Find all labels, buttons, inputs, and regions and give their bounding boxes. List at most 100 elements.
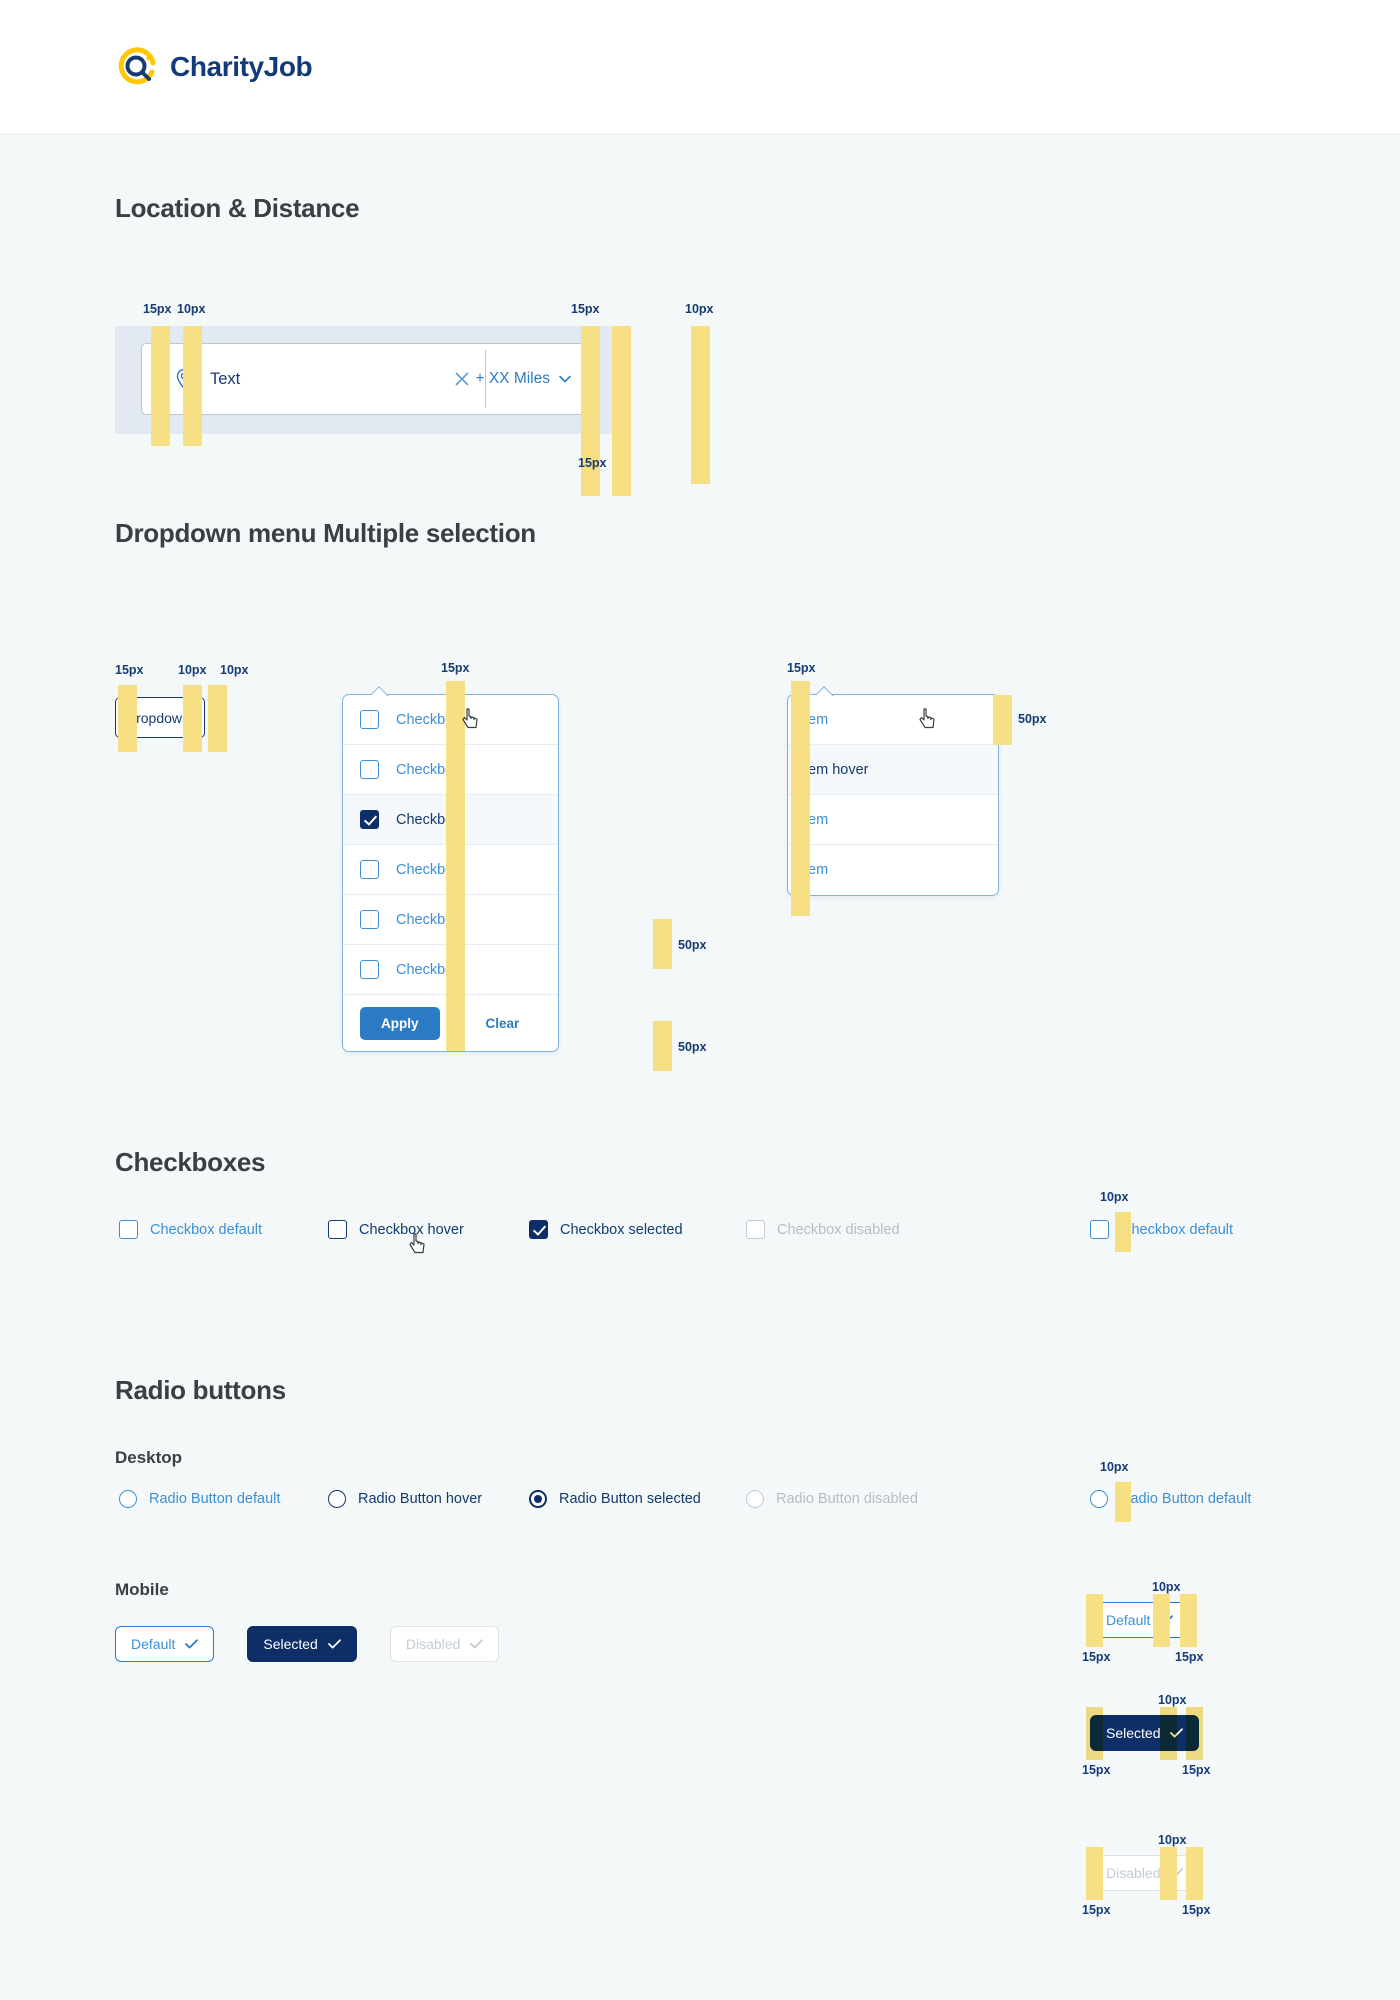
- checkbox-disabled-icon: [746, 1220, 765, 1239]
- pill-disabled: Disabled: [1090, 1855, 1200, 1891]
- radio-disabled-icon: [746, 1490, 764, 1508]
- checkbox-checked-icon[interactable]: [360, 810, 379, 829]
- brand-name: CharityJob: [170, 51, 313, 82]
- dropdown-item[interactable]: Item: [788, 795, 998, 845]
- checkbox-icon[interactable]: [360, 760, 379, 779]
- checkbox-icon[interactable]: [360, 960, 379, 979]
- check-icon: [327, 1639, 341, 1649]
- dropdown-item[interactable]: Item: [788, 845, 998, 895]
- panel-caret: [371, 686, 389, 696]
- checkbox-state-selected[interactable]: Checkbox selected: [529, 1220, 683, 1239]
- page-title-dropdown: Dropdown menu Multiple selection: [115, 518, 536, 548]
- annotation-loc-left-10: 10px: [177, 302, 206, 316]
- cursor-pointer-icon: [408, 1232, 428, 1261]
- page-title-location: Location & Distance: [115, 193, 360, 223]
- check-icon: [470, 1639, 484, 1649]
- annotation-pill-left-15: 15px: [1082, 1763, 1111, 1777]
- radio-label: Radio Button disabled: [776, 1491, 918, 1507]
- annotation-dd-15: 15px: [115, 663, 144, 677]
- checkbox-icon[interactable]: [360, 860, 379, 879]
- radio-selected-icon[interactable]: [529, 1490, 547, 1508]
- radio-state-hover[interactable]: Radio Button hover: [328, 1490, 482, 1508]
- radio-state-selected[interactable]: Radio Button selected: [529, 1490, 701, 1508]
- annotation-pill-gap-10: 10px: [1158, 1833, 1187, 1847]
- checkbox-icon[interactable]: [119, 1220, 138, 1239]
- section-location: Location & Distance Text + XX Miles 15px…: [115, 135, 1285, 496]
- spacer-dd-15: [118, 685, 137, 752]
- spacer-itempanel-left-15: [791, 681, 810, 916]
- checkbox-label: Checkbox default: [1121, 1221, 1234, 1238]
- spacer-pill-left-15: [1086, 1707, 1103, 1760]
- radio-states-row: Radio Button default Radio Button hover …: [115, 1460, 1285, 1530]
- radio-icon[interactable]: [119, 1490, 137, 1508]
- checkbox-state-default[interactable]: Checkbox default: [119, 1220, 262, 1239]
- spacer-pill-gap-10: [1160, 1707, 1177, 1760]
- main-content: Location & Distance Text + XX Miles 15px…: [0, 135, 1400, 1662]
- spacer-dd-10a: [183, 685, 202, 752]
- annotation-itempanel-50: 50px: [1018, 712, 1047, 726]
- cursor-pointer-icon: [461, 707, 481, 736]
- apply-button[interactable]: Apply: [360, 1006, 440, 1040]
- page-title-checkboxes: Checkboxes: [115, 1147, 266, 1177]
- spacer-pill-right-15: [1186, 1707, 1203, 1760]
- checkbox-label: Checkbox selected: [560, 1221, 683, 1238]
- pill-label: Default: [1106, 1612, 1151, 1628]
- checkbox-checked-icon[interactable]: [529, 1220, 548, 1239]
- radio-icon[interactable]: [1090, 1490, 1108, 1508]
- section-checkboxes: Checkboxes Checkbox default Checkbox hov…: [115, 1075, 1285, 1260]
- radio-label: Radio Button default: [149, 1491, 281, 1507]
- annotation-cbpanel-50a: 50px: [678, 938, 707, 952]
- spacer-dd-10b: [208, 685, 227, 752]
- item-dropdown-panel: Item Item hover Item Item: [787, 694, 999, 896]
- spacer-loc-right-15: [581, 326, 600, 496]
- pill-selected[interactable]: Selected: [1090, 1715, 1200, 1751]
- dropdown-item[interactable]: Item: [788, 695, 998, 745]
- checkbox-state-disabled: Checkbox disabled: [746, 1220, 900, 1239]
- radio-state-default[interactable]: Radio Button default: [119, 1490, 280, 1508]
- spacer-pill-left-15: [1086, 1594, 1103, 1647]
- checkbox-icon[interactable]: [328, 1220, 347, 1239]
- annotation-itempanel-15: 15px: [787, 661, 816, 675]
- annotation-radio-10: 10px: [1100, 1460, 1129, 1474]
- checkbox-icon[interactable]: [360, 910, 379, 929]
- cursor-pointer-icon: [918, 707, 938, 735]
- pill-label: Disabled: [405, 1636, 461, 1652]
- pill-default[interactable]: Default: [115, 1626, 215, 1662]
- checkbox-state-hover[interactable]: Checkbox hover: [328, 1220, 464, 1254]
- subtitle-mobile: Mobile: [115, 1580, 169, 1599]
- pill-default[interactable]: Default: [1090, 1602, 1190, 1638]
- magnifier-circle-icon: [115, 45, 159, 89]
- dropdown-demo: Dropdown 15px 10px 10px Checkbox Checkbo…: [115, 645, 1285, 1075]
- radio-label: Radio Button hover: [358, 1491, 483, 1507]
- spacer-loc-left-10: [183, 326, 202, 446]
- radio-label: Radio Button default: [1120, 1491, 1252, 1507]
- annotation-pill-right-15: 15px: [1182, 1763, 1211, 1777]
- checkbox-spacing-example[interactable]: Checkbox default: [1090, 1220, 1233, 1239]
- spacer-itempanel-row50: [993, 695, 1012, 745]
- checkbox-icon[interactable]: [360, 710, 379, 729]
- spacer-cbpanel-footer50: [653, 1021, 672, 1071]
- spacer-loc-bottom-15: [691, 326, 710, 484]
- checkbox-label: Checkbox disabled: [777, 1221, 900, 1238]
- annotation-pill-gap-10: 10px: [1152, 1580, 1181, 1594]
- clear-button[interactable]: Clear: [486, 1016, 520, 1031]
- spacer-pill-left-15: [1086, 1847, 1103, 1900]
- pill-disabled: Disabled: [389, 1626, 500, 1662]
- annotation-cbpanel-50b: 50px: [678, 1040, 707, 1054]
- spacer-pill-right-15: [1186, 1847, 1203, 1900]
- radio-icon[interactable]: [328, 1490, 346, 1508]
- dropdown-item-hover[interactable]: Item hover: [788, 708, 998, 795]
- annotation-loc-right-15: 15px: [571, 302, 600, 316]
- annotation-pill-right-15: 15px: [1182, 1903, 1211, 1917]
- annotation-dd-10b: 10px: [220, 663, 249, 677]
- pill-selected[interactable]: Selected: [247, 1626, 357, 1662]
- pill-label: Selected: [1106, 1725, 1161, 1741]
- annotation-loc-bottom-15: 15px: [578, 456, 607, 470]
- checkbox-label: Checkbox default: [150, 1221, 263, 1238]
- annotation-loc-left-15: 15px: [143, 302, 172, 316]
- spacer-loc-right-10: [612, 326, 631, 496]
- brand-logo[interactable]: CharityJob: [115, 45, 313, 89]
- pill-label: Selected: [263, 1636, 318, 1652]
- checkbox-icon[interactable]: [1090, 1220, 1109, 1239]
- spacer-cbpanel-left-15: [446, 681, 465, 1051]
